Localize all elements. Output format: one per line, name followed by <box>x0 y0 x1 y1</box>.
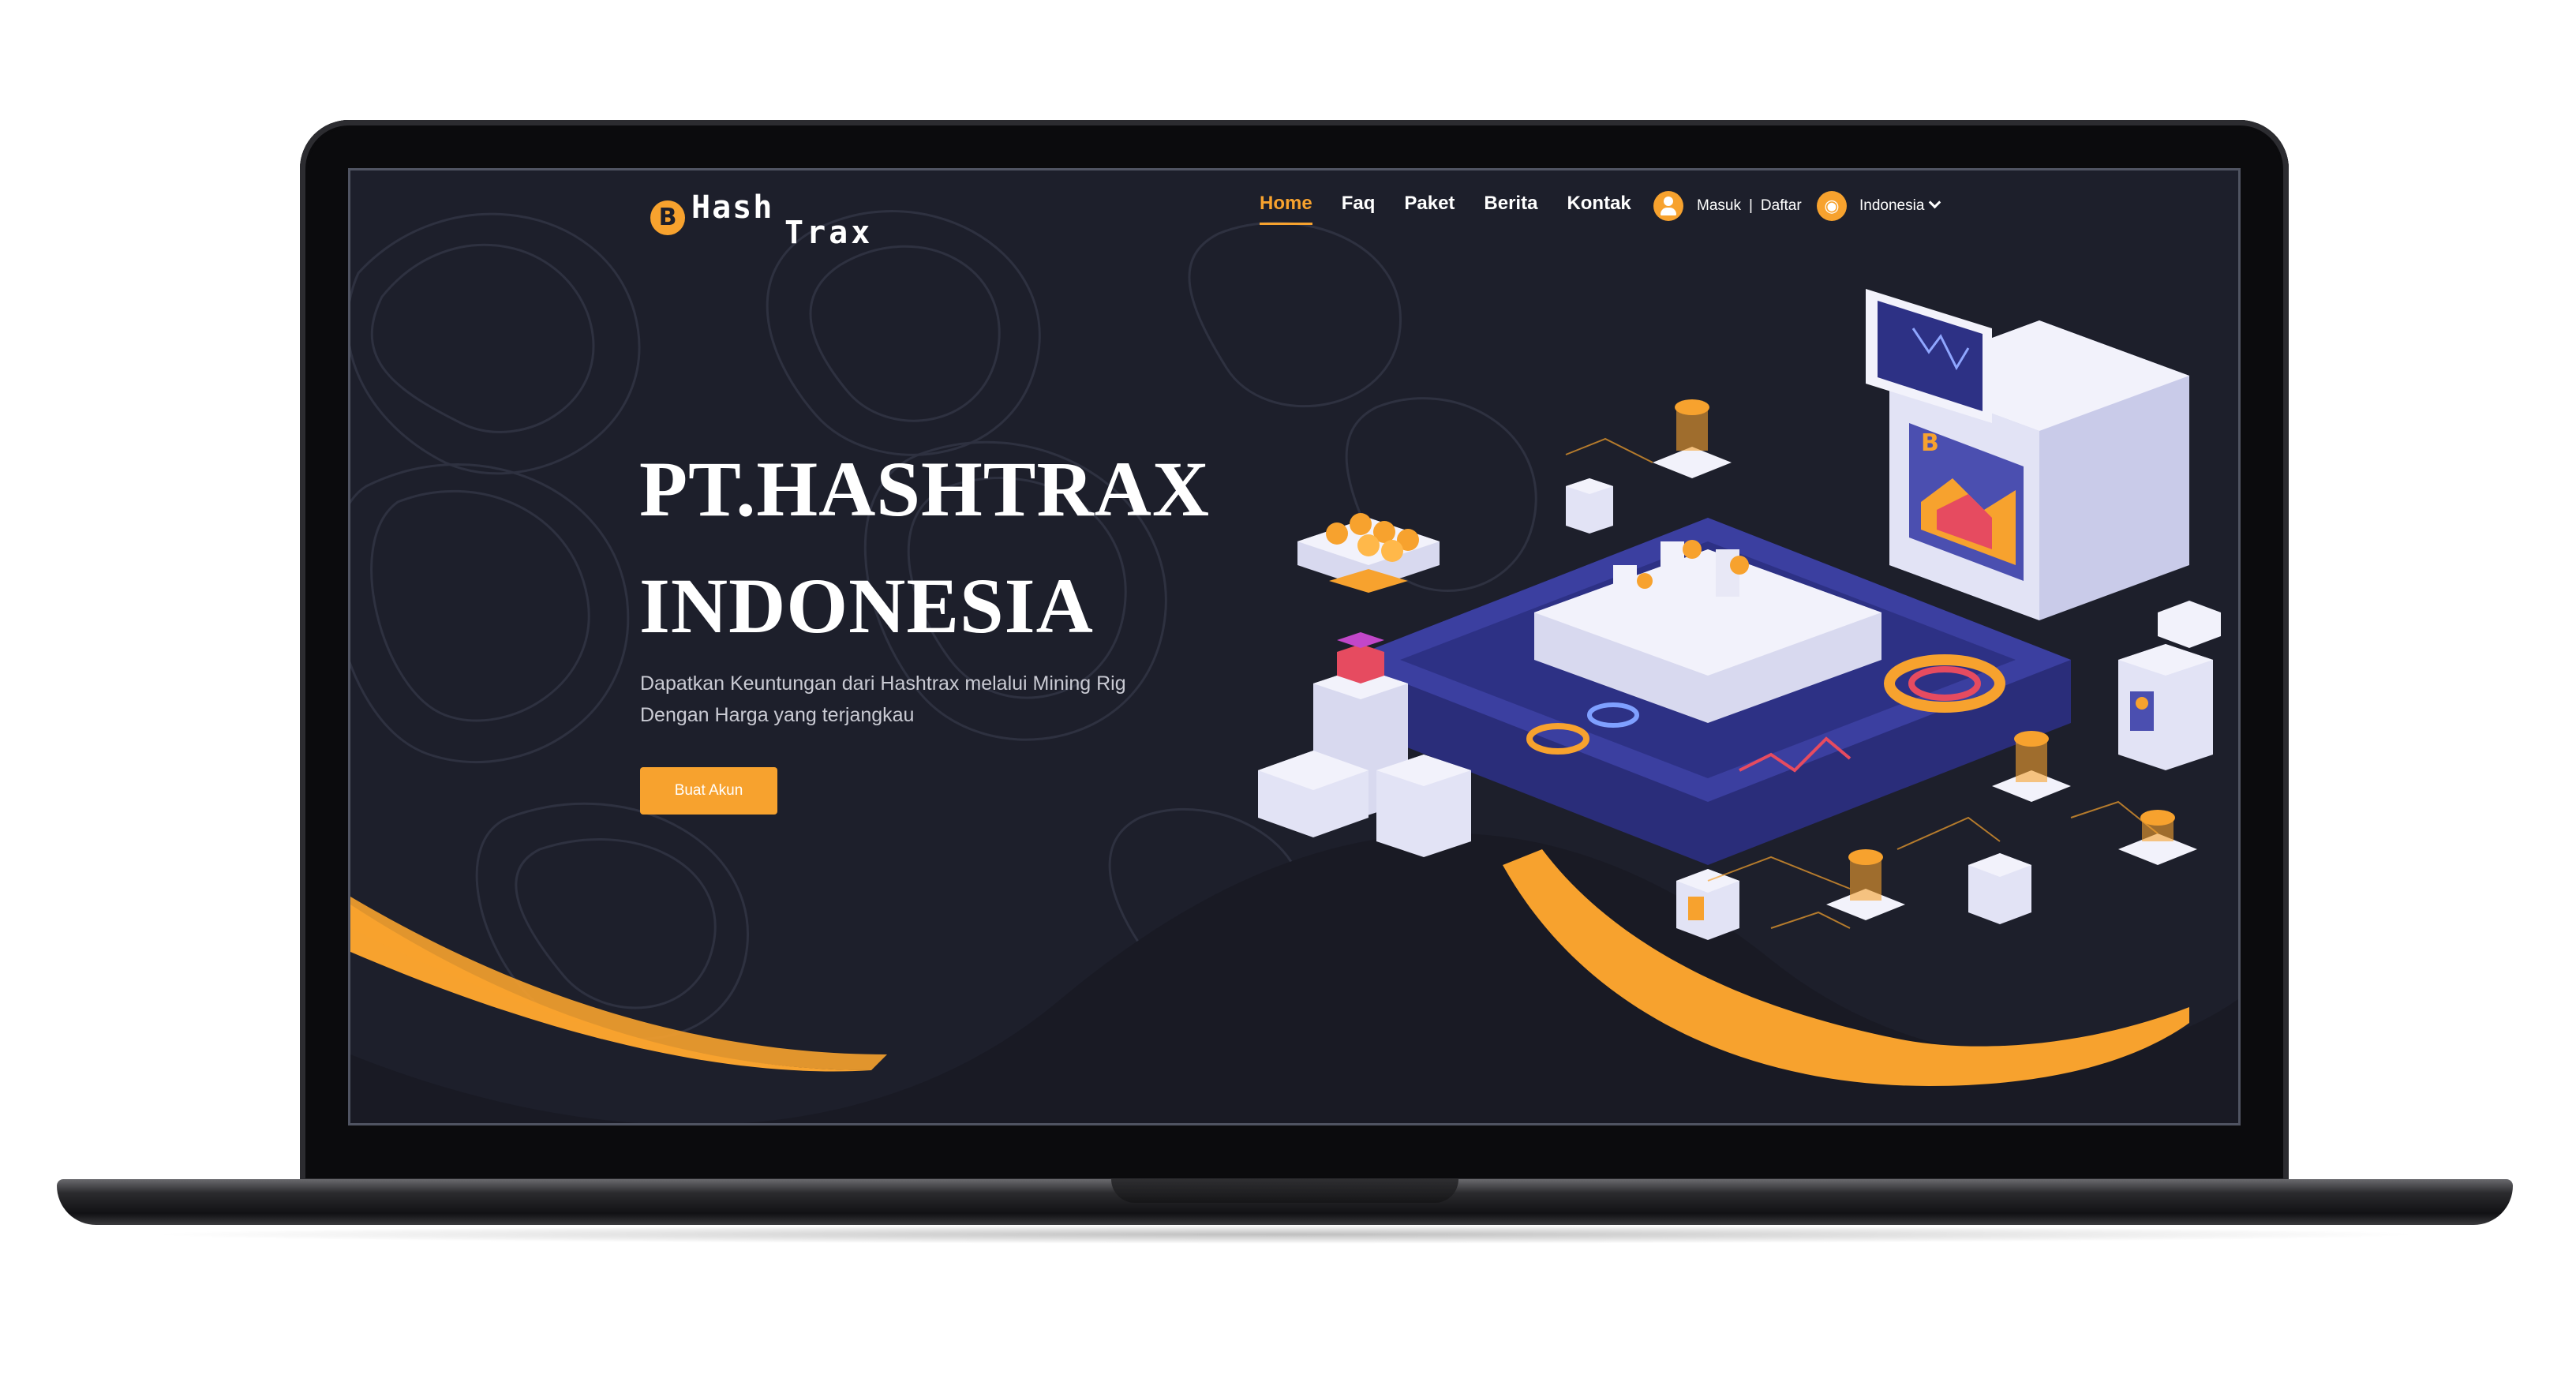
main-nav: Home Faq Paket Berita Kontak <box>1260 193 1661 225</box>
svg-text:B: B <box>1921 429 1939 457</box>
nav-item-faq[interactable]: Faq <box>1342 193 1376 225</box>
chevron-down-icon <box>1929 196 1941 209</box>
website-screen: B B Hash Trax Home Faq Paket Berita Kont… <box>348 168 2241 1125</box>
hero-title-line-1: PT.HASHTRAX <box>639 445 1211 533</box>
nav-item-paket[interactable]: Paket <box>1404 193 1455 225</box>
login-link[interactable]: Masuk <box>1697 197 1741 214</box>
nav-item-home[interactable]: Home <box>1260 193 1312 225</box>
globe-icon[interactable]: ◉ <box>1817 191 1847 221</box>
create-account-button[interactable]: Buat Akun <box>640 767 777 815</box>
hero-subtitle-line-1: Dapatkan Keuntungan dari Hashtrax melalu… <box>640 672 1126 695</box>
logo-word-hash: Hash <box>691 189 774 226</box>
auth-links: Masuk | Daftar <box>1697 197 1802 215</box>
register-link[interactable]: Daftar <box>1761 197 1802 214</box>
hero-title: PT.HASHTRAX INDONESIA <box>639 431 1210 665</box>
auth-separator: | <box>1748 197 1753 214</box>
nav-item-kontak[interactable]: Kontak <box>1567 193 1631 225</box>
hero-subtitle: Dapatkan Keuntungan dari Hashtrax melalu… <box>640 668 1193 731</box>
orange-swoosh-left <box>350 904 871 1072</box>
hero-background: B <box>350 210 2238 1123</box>
hashtrax-logo[interactable]: B Hash Trax <box>650 185 887 251</box>
logo-word-trax: Trax <box>784 215 874 251</box>
language-label: Indonesia <box>1859 197 1925 214</box>
laptop-notch <box>1111 1179 1458 1203</box>
laptop-shadow <box>142 1225 2431 1244</box>
nav-item-berita[interactable]: Berita <box>1484 193 1537 225</box>
mining-illustration: B <box>1258 289 2221 940</box>
bitcoin-coin-icon: B <box>650 200 685 235</box>
hero-subtitle-line-2: Dengan Harga yang terjangkau <box>640 704 915 726</box>
user-icon[interactable] <box>1653 191 1683 221</box>
hero-title-line-2: INDONESIA <box>639 562 1094 650</box>
language-selector[interactable]: Indonesia <box>1859 196 1941 215</box>
